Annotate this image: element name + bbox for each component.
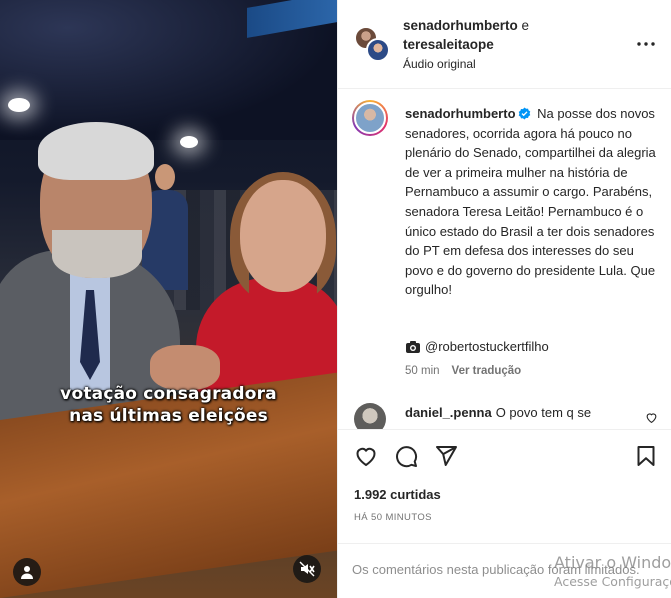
comments-section[interactable]: senadorhumberto Na posse dos novos senad…	[338, 89, 671, 429]
author-username-1[interactable]: senadorhumberto	[403, 18, 518, 33]
bookmark-icon[interactable]	[634, 444, 658, 468]
original-audio-link[interactable]: Áudio original	[403, 57, 476, 71]
photo-credit: @robertostuckertfilho	[405, 339, 549, 354]
comment-input[interactable]	[352, 562, 662, 577]
collab-avatars[interactable]	[354, 26, 390, 62]
camera-icon	[406, 340, 420, 353]
user-icon	[21, 566, 33, 579]
mute-toggle-button[interactable]	[293, 555, 321, 583]
post-video[interactable]: votação consagradora nas últimas eleiçõe…	[0, 0, 337, 598]
verified-badge-icon	[518, 107, 530, 120]
author-connector: e	[517, 18, 530, 33]
caption-body: Na posse dos novos senadores, ocorrida a…	[405, 106, 656, 298]
like-count[interactable]: 1.992 curtidas	[354, 487, 441, 502]
comment-item: daniel_.penna O povo tem q se	[405, 405, 591, 420]
ceiling-light	[180, 136, 198, 148]
post-header: senadorhumberto e teresaleitaope Áudio o…	[338, 0, 671, 89]
man-hair	[38, 122, 154, 180]
man-beard	[52, 230, 142, 278]
action-bar: 1.992 curtidas HÁ 50 MINUTOS	[338, 429, 671, 543]
heart-icon[interactable]	[354, 444, 378, 468]
see-translation-link[interactable]: Ver tradução	[452, 365, 522, 377]
post-timestamp: HÁ 50 MINUTOS	[354, 512, 432, 523]
comment-icon[interactable]	[394, 444, 418, 468]
muted-speaker-icon	[299, 561, 315, 577]
comment-box	[338, 543, 671, 598]
caption-username[interactable]: senadorhumberto	[405, 106, 516, 121]
credit-handle[interactable]: @robertostuckertfilho	[425, 339, 549, 354]
video-caption-line-2: nas últimas eleições	[69, 406, 268, 426]
caption-author-avatar[interactable]	[352, 100, 388, 136]
post-authors: senadorhumberto e teresaleitaope	[403, 16, 529, 54]
caption-time: 50 min	[405, 365, 440, 377]
post-caption: senadorhumberto Na posse dos novos senad…	[405, 104, 661, 300]
comment-text: O povo tem q se	[495, 405, 592, 420]
comment-heart-icon[interactable]	[645, 411, 658, 424]
video-caption-line-1: votação consagradora	[60, 384, 277, 404]
avatar	[366, 38, 390, 62]
send-icon[interactable]	[434, 444, 458, 468]
tagged-users-button[interactable]	[13, 558, 41, 586]
ceiling-light	[8, 98, 30, 112]
post-details-panel: senadorhumberto e teresaleitaope Áudio o…	[337, 0, 671, 598]
commenter-username[interactable]: daniel_.penna	[405, 405, 492, 420]
caption-meta: 50 min Ver tradução	[405, 365, 521, 377]
woman-face	[240, 180, 326, 292]
instagram-post-view: votação consagradora nas últimas eleiçõe…	[0, 0, 671, 598]
commenter-avatar[interactable]	[354, 403, 386, 429]
author-username-2[interactable]: teresaleitaope	[403, 35, 529, 54]
more-horizontal-icon[interactable]	[636, 34, 656, 54]
